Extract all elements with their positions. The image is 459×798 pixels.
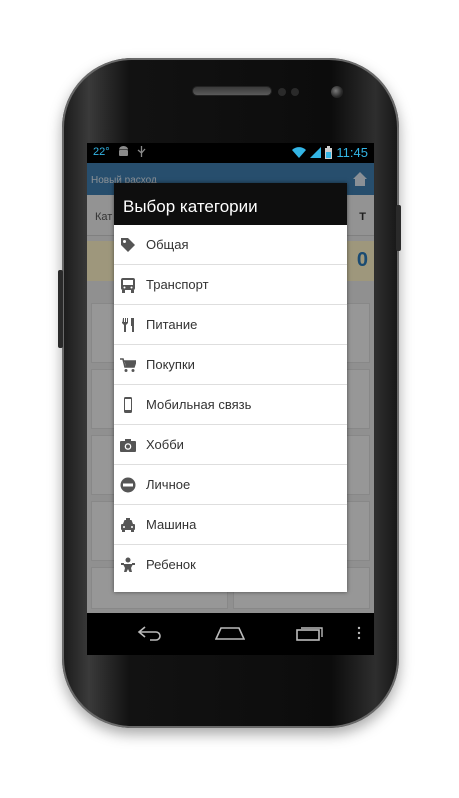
category-item-child[interactable]: Ребенок bbox=[114, 545, 347, 585]
cart-icon bbox=[120, 358, 136, 372]
category-item-general[interactable]: Общая bbox=[114, 225, 347, 265]
camera-icon bbox=[120, 439, 136, 452]
category-item-label: Покупки bbox=[146, 357, 195, 372]
usb-icon bbox=[137, 146, 146, 157]
category-dialog: Выбор категории Общая Транспорт Питание … bbox=[114, 183, 347, 592]
dialog-title-bar: Выбор категории bbox=[114, 183, 347, 225]
volume-button bbox=[58, 270, 63, 348]
wifi-icon bbox=[292, 147, 307, 158]
no-entry-icon bbox=[120, 477, 136, 493]
signal-icon bbox=[310, 147, 322, 158]
bus-icon bbox=[121, 278, 135, 293]
fork-knife-icon bbox=[122, 318, 134, 332]
category-item-mobile[interactable]: Мобильная связь bbox=[114, 385, 347, 425]
dialog-title: Выбор категории bbox=[123, 197, 258, 216]
category-item-food[interactable]: Питание bbox=[114, 305, 347, 345]
home-icon[interactable] bbox=[215, 625, 245, 641]
navigation-bar bbox=[87, 613, 374, 655]
battery-icon bbox=[325, 146, 333, 159]
category-item-label: Транспорт bbox=[146, 277, 209, 292]
power-button bbox=[396, 205, 401, 251]
light-sensor bbox=[291, 88, 299, 96]
mobile-phone-icon bbox=[124, 397, 132, 413]
category-item-label: Общая bbox=[146, 237, 189, 252]
back-icon[interactable] bbox=[136, 625, 164, 641]
category-item-label: Хобби bbox=[146, 437, 184, 452]
tag-icon bbox=[121, 238, 135, 252]
category-item-shopping[interactable]: Покупки bbox=[114, 345, 347, 385]
category-item-label: Мобильная связь bbox=[146, 397, 252, 412]
category-item-label: Ребенок bbox=[146, 557, 196, 572]
category-item-label: Питание bbox=[146, 317, 198, 332]
android-icon bbox=[118, 146, 128, 156]
overflow-menu-icon[interactable] bbox=[357, 625, 361, 641]
front-camera bbox=[331, 86, 343, 98]
status-bar: 22° 11:45 bbox=[87, 143, 374, 163]
phone-screen: 22° 11:45 Новый расход Кат Т 0 Выбор кат… bbox=[87, 143, 374, 655]
earpiece-speaker bbox=[193, 87, 271, 95]
clock: 11:45 bbox=[336, 145, 368, 160]
category-item-transport[interactable]: Транспорт bbox=[114, 265, 347, 305]
category-item-label: Личное bbox=[146, 477, 191, 492]
proximity-sensor bbox=[278, 88, 286, 96]
category-list: Общая Транспорт Питание Покупки Мобильна… bbox=[114, 225, 347, 585]
baby-icon bbox=[121, 557, 135, 572]
car-icon bbox=[121, 518, 135, 532]
recent-apps-icon[interactable] bbox=[296, 625, 324, 641]
category-item-personal[interactable]: Личное bbox=[114, 465, 347, 505]
category-item-label: Машина bbox=[146, 517, 197, 532]
category-item-car[interactable]: Машина bbox=[114, 505, 347, 545]
category-item-hobby[interactable]: Хобби bbox=[114, 425, 347, 465]
temperature-label: 22° bbox=[93, 146, 110, 158]
